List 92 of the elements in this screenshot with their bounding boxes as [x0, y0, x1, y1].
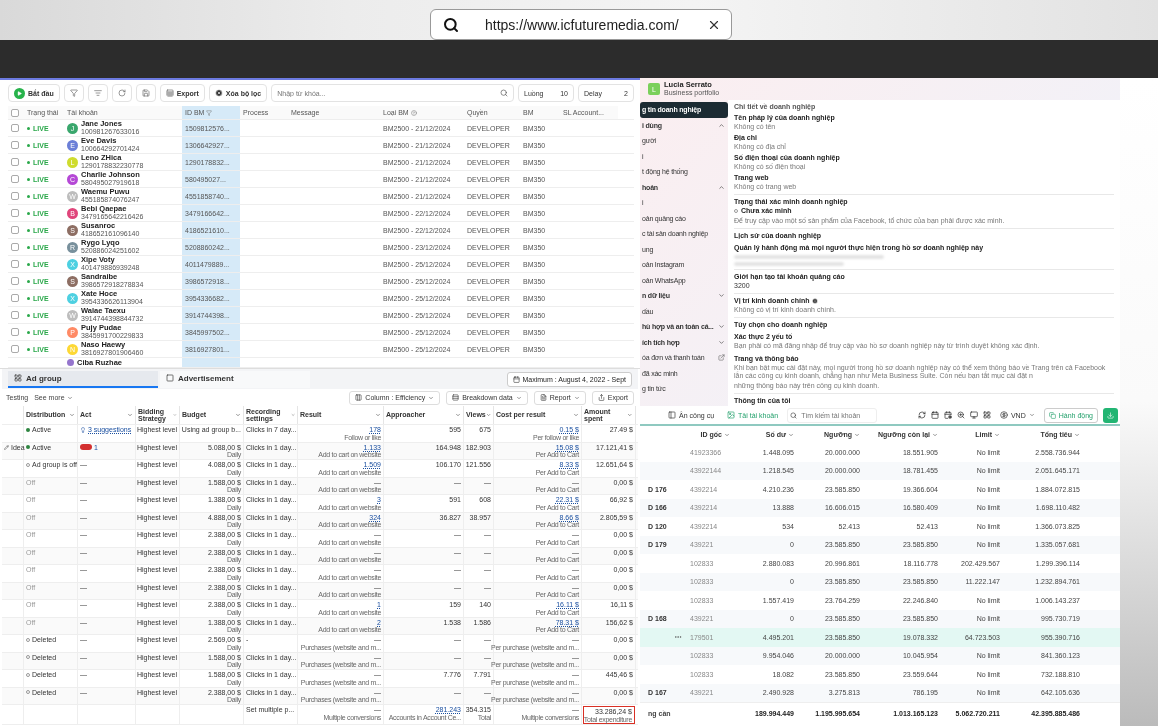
breakdown-icon	[452, 394, 460, 401]
row-checkbox[interactable]	[11, 294, 19, 302]
caret-icon	[66, 394, 73, 401]
url-bar[interactable]: https://www.icfuturemedia.com/	[430, 9, 732, 40]
image-icon	[727, 411, 736, 419]
refresh-icon	[117, 89, 126, 97]
row-checkbox[interactable]	[11, 124, 19, 132]
status-dot	[27, 245, 30, 249]
table-icon	[165, 89, 174, 97]
row-checkbox[interactable]	[11, 243, 19, 251]
report-icon	[539, 394, 547, 401]
bulb-icon	[80, 426, 86, 433]
calendar-settings-button[interactable]	[943, 411, 952, 419]
tab[interactable]: Ad group	[8, 370, 158, 388]
filter-icon	[69, 89, 78, 97]
caret-icon	[994, 431, 1000, 438]
search-icon	[790, 411, 798, 419]
caret-icon	[854, 431, 860, 438]
row-checkbox[interactable]	[11, 311, 19, 319]
external-link-icon	[718, 354, 725, 362]
caret-icon	[724, 431, 730, 438]
status-dot	[27, 330, 30, 334]
copy-icon	[1048, 411, 1056, 419]
caret-icon	[375, 412, 381, 418]
caret-icon	[573, 394, 580, 401]
row-checkbox[interactable]	[11, 345, 19, 353]
row-checkbox[interactable]	[11, 260, 19, 268]
row-checkbox[interactable]	[11, 209, 19, 217]
grid-icon	[14, 374, 22, 382]
pencil-icon	[4, 444, 9, 450]
caret-icon	[932, 431, 938, 438]
clear-icon	[214, 89, 223, 97]
search-icon	[500, 89, 508, 97]
caret-icon	[1074, 431, 1080, 438]
panel-icon	[668, 411, 676, 419]
status-dot	[27, 177, 30, 181]
search-icon	[443, 16, 459, 33]
row-checkbox[interactable]	[11, 277, 19, 285]
caret-icon	[485, 412, 491, 418]
refresh-button[interactable]	[917, 411, 926, 419]
status-dot	[27, 228, 30, 232]
list-button[interactable]	[87, 84, 108, 102]
status-dot	[27, 347, 30, 351]
status-dot	[27, 143, 30, 147]
status-dot	[27, 313, 30, 317]
row-checkbox[interactable]	[11, 141, 19, 149]
list-icon	[93, 89, 102, 97]
checkbox-icon	[166, 374, 174, 382]
filter-button[interactable]	[63, 84, 84, 102]
row-checkbox[interactable]	[11, 328, 19, 336]
caret-icon	[627, 412, 633, 418]
row-checkbox[interactable]	[11, 158, 19, 166]
status-dot	[27, 296, 30, 300]
select-all-checkbox[interactable]	[11, 108, 19, 117]
table-cell	[182, 358, 240, 367]
status-dot	[27, 194, 30, 198]
tab[interactable]: Advertisement	[160, 370, 310, 388]
caret-icon	[428, 394, 435, 401]
caret-icon	[290, 412, 295, 418]
row-checkbox[interactable]	[11, 175, 19, 183]
status-dot	[27, 262, 30, 266]
row-checkbox[interactable]	[11, 226, 19, 234]
url-text: https://www.icfuturemedia.com/	[484, 16, 680, 33]
zoom-button[interactable]	[956, 411, 965, 419]
caret-icon	[455, 412, 461, 418]
dollar-icon	[999, 411, 1008, 419]
row-checkbox[interactable]	[11, 192, 19, 200]
layout-button[interactable]	[982, 411, 991, 419]
caret-icon	[1028, 412, 1035, 418]
help-icon	[410, 109, 417, 116]
status-dot	[27, 160, 30, 164]
info-icon	[812, 298, 819, 305]
caret-icon	[573, 412, 579, 418]
calendar-icon	[512, 375, 520, 383]
caret-icon	[235, 412, 241, 418]
caret-icon	[69, 412, 75, 418]
download-icon	[1107, 411, 1114, 419]
save-button[interactable]	[135, 84, 156, 102]
caret-icon	[515, 394, 522, 401]
filter-icon	[206, 109, 213, 116]
calendar-button[interactable]	[930, 411, 939, 419]
export-icon	[597, 394, 605, 401]
monitor-button[interactable]	[969, 411, 978, 419]
status-dot	[27, 279, 30, 283]
save-icon	[141, 89, 150, 97]
caret-icon	[127, 412, 133, 418]
caret-icon	[788, 431, 794, 438]
play-icon	[14, 87, 25, 99]
status-dot	[27, 126, 30, 130]
status-dot	[27, 211, 30, 215]
columns-icon	[355, 394, 363, 401]
download-button[interactable]	[1103, 407, 1118, 423]
